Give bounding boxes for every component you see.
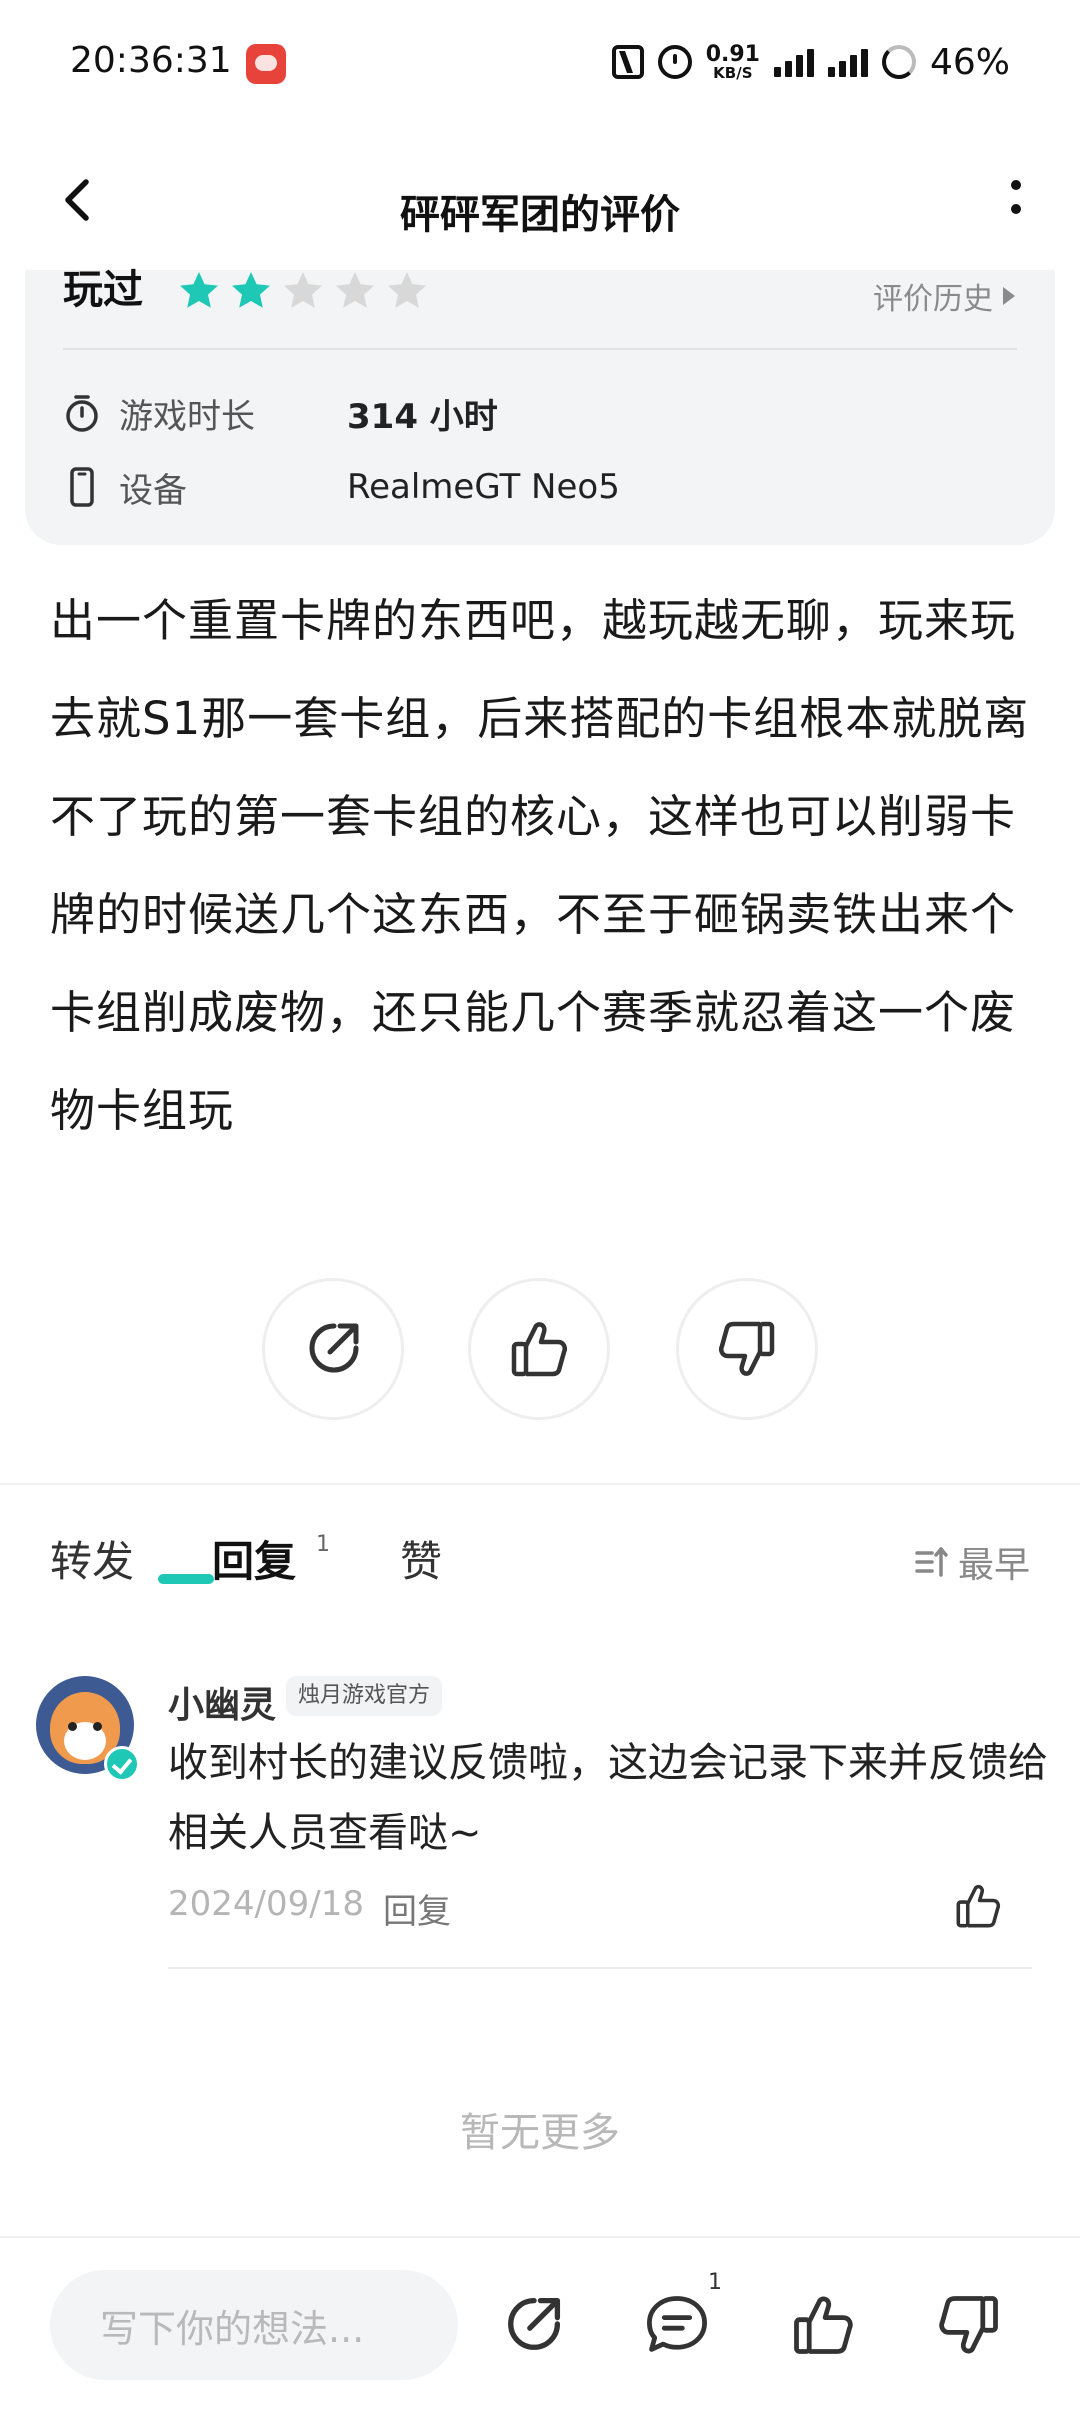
status-bar: 20:36:31 0.91 KB/S 46% (0, 0, 1080, 130)
page-title: 砰砰军团的评价 (400, 192, 680, 238)
comment-reply-button[interactable]: 回复 (383, 1884, 451, 1933)
more-vertical-icon[interactable] (1004, 174, 1028, 224)
official-badge: 烛月游戏官方 (286, 1676, 443, 1716)
comment-input[interactable]: 写下你的想法... (50, 2270, 458, 2380)
tab-forward[interactable]: 转发 (50, 1528, 134, 1589)
bottom-reply-button[interactable] (642, 2290, 712, 2360)
dislike-button[interactable] (676, 1278, 818, 1420)
thumbs-up-icon (794, 2296, 853, 2354)
tab-like[interactable]: 赞 (400, 1528, 442, 1589)
alarm-icon (657, 45, 692, 79)
share-icon (309, 1323, 359, 1373)
like-button[interactable] (468, 1278, 610, 1420)
nfc-icon (611, 45, 644, 79)
bottom-bar-divider (0, 2236, 1080, 2238)
comment-bubble-icon (647, 2296, 707, 2352)
status-time: 20:36:31 (70, 40, 232, 81)
nav-bar: 砰砰军团的评价 (0, 130, 1080, 270)
review-info-card: 玩过 评价历史 游戏时长 314 小时 设备 RealmeGT Neo5 (25, 270, 1055, 545)
comment-divider (168, 1967, 1032, 1969)
share-icon (508, 2297, 561, 2350)
star-filled-icon (232, 272, 270, 308)
network-speed: 0.91 KB/S (705, 41, 760, 82)
star-empty-icon (336, 272, 374, 308)
triangle-right-icon (1003, 287, 1015, 305)
star-empty-icon (284, 272, 322, 308)
bottom-share-button[interactable] (498, 2290, 568, 2360)
signal-icon-2 (827, 47, 868, 77)
active-tab-indicator (158, 1574, 214, 1584)
device-label: 设备 (119, 470, 187, 511)
thumbs-down-icon (719, 1321, 775, 1376)
interaction-tabs: 转发 回复 1 赞 (50, 1528, 520, 1598)
bottom-reply-count: 1 (708, 2270, 722, 2295)
battery-percentage: 46% (929, 41, 1010, 83)
tab-reply-count: 1 (316, 1532, 331, 1557)
star-empty-icon (388, 272, 426, 308)
device-row: 设备 RealmeGT Neo5 (63, 462, 620, 512)
commenter-name[interactable]: 小幽灵 (168, 1676, 276, 1728)
bottom-like-button[interactable] (788, 2290, 858, 2360)
network-speed-value: 0.91 (705, 41, 760, 67)
status-indicators: 0.91 KB/S 46% (611, 40, 1010, 84)
star-rating (177, 270, 429, 310)
no-more-text: 暂无更多 (460, 2110, 620, 2156)
comment-text: 收到村长的建议反馈啦，这边会记录下来并反馈给相关人员查看哒~ (168, 1740, 1048, 1856)
tab-reply[interactable]: 回复 (212, 1528, 296, 1589)
thumbs-up-icon (511, 1322, 567, 1377)
review-body-text: 出一个重置卡牌的东西吧，越玩越无聊，玩来玩去就S1那一套卡组，后来搭配的卡组根本… (50, 594, 1030, 1137)
bottom-dislike-button[interactable] (934, 2290, 1004, 2360)
card-divider (63, 348, 1017, 350)
network-speed-unit: KB/S (713, 63, 753, 82)
signal-icon (773, 47, 814, 77)
share-button[interactable] (262, 1278, 404, 1420)
thumbs-up-icon[interactable] (952, 1880, 1004, 1932)
playtime-value: 314 小时 (347, 396, 498, 437)
phone-device-icon (70, 467, 94, 507)
sort-label: 最早 (957, 1545, 1030, 1586)
sort-icon (915, 1547, 948, 1577)
verified-check-icon (104, 1746, 140, 1782)
rating-history-label: 评价历史 (873, 282, 993, 317)
comment-date: 2024/09/18 (168, 1884, 364, 1924)
playtime-label: 游戏时长 (119, 396, 255, 437)
timer-icon (66, 395, 98, 432)
sort-dropdown[interactable]: 最早 (914, 1536, 1030, 1588)
playtime-row: 游戏时长 314 小时 (63, 388, 498, 438)
star-filled-icon (180, 272, 218, 308)
app-notification-icon (246, 44, 286, 84)
played-status-label: 玩过 (63, 267, 143, 313)
device-value: RealmeGT Neo5 (347, 467, 620, 507)
thumbs-down-icon (939, 2296, 998, 2354)
section-divider (0, 1483, 1080, 1485)
rating-history-link[interactable]: 评价历史 (873, 274, 1015, 318)
battery-icon (881, 45, 916, 79)
